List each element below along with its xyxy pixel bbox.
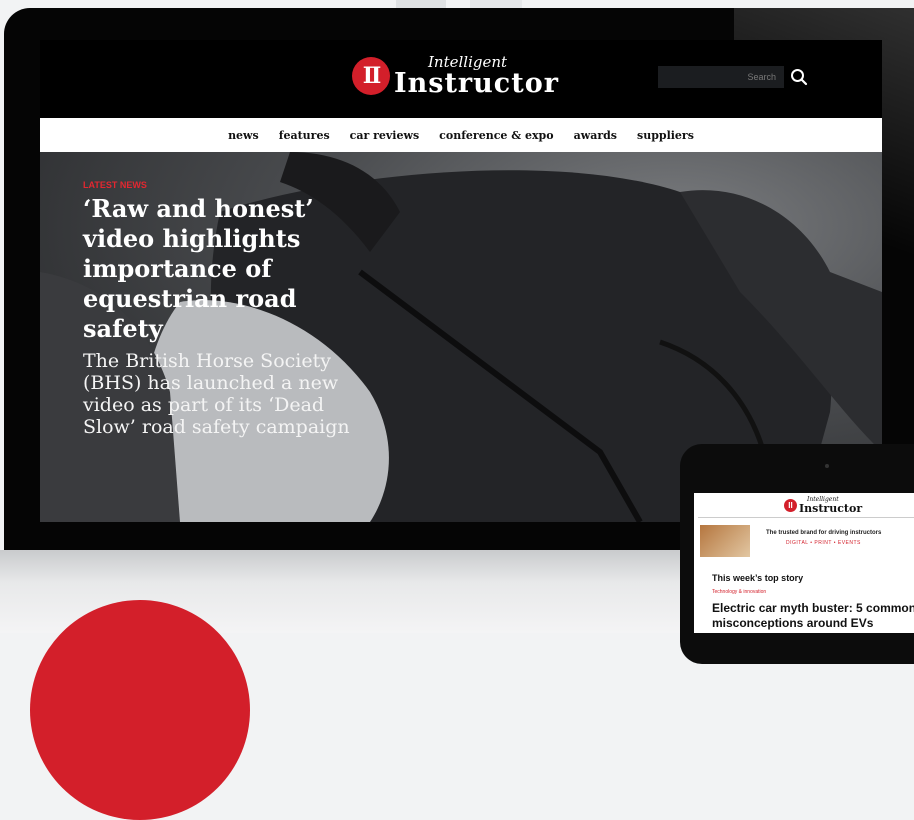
- logo-badge-icon: II: [352, 57, 390, 95]
- nav-item-car-reviews[interactable]: car reviews: [350, 129, 419, 142]
- search-icon[interactable]: [790, 68, 808, 86]
- top-story-headline[interactable]: Electric car myth buster: 5 common misco…: [712, 601, 914, 631]
- logo-wordmark: Intelligent Instructor: [394, 55, 559, 99]
- nav-item-suppliers[interactable]: suppliers: [637, 129, 694, 142]
- decorative-red-circle: [30, 600, 250, 820]
- logo-big-text: Instructor: [394, 68, 559, 99]
- camera-icon: [825, 464, 829, 468]
- nav-item-conference-expo[interactable]: conference & expo: [439, 129, 553, 142]
- nav-item-awards[interactable]: awards: [574, 129, 617, 142]
- tablet-subtagline: DIGITAL • PRINT • EVENTS: [786, 540, 861, 546]
- latest-news-tag[interactable]: LATEST NEWS: [83, 180, 353, 190]
- main-nav: news features car reviews conference & e…: [40, 118, 882, 152]
- tablet-site-logo[interactable]: II Intelligent Instructor: [784, 497, 862, 514]
- hero-text-block: LATEST NEWS ‘Raw and honest’ video highl…: [83, 180, 353, 438]
- magazine-banner-image: [700, 525, 750, 557]
- top-story-topic[interactable]: Technology & innovation: [712, 589, 766, 595]
- hero-headline[interactable]: ‘Raw and honest’ video highlights import…: [83, 194, 353, 344]
- nav-item-news[interactable]: news: [228, 129, 259, 142]
- tablet-tagline: The trusted brand for driving instructor…: [766, 530, 882, 536]
- tablet-logo-wordmark: Intelligent Instructor: [799, 497, 863, 515]
- tablet-logo-big-text: Instructor: [799, 502, 863, 515]
- top-story-section-title: This week’s top story: [712, 573, 804, 583]
- hero-standfirst: The British Horse Society (BHS) has laun…: [83, 350, 350, 438]
- nav-item-features[interactable]: features: [279, 129, 330, 142]
- tablet-screen: II Intelligent Instructor The trusted br…: [694, 493, 914, 633]
- site-logo[interactable]: II Intelligent Instructor: [352, 55, 559, 97]
- logo-badge-icon: II: [784, 499, 797, 512]
- divider: [698, 517, 914, 518]
- search-input[interactable]: [658, 66, 784, 88]
- site-header: II Intelligent Instructor: [40, 40, 882, 118]
